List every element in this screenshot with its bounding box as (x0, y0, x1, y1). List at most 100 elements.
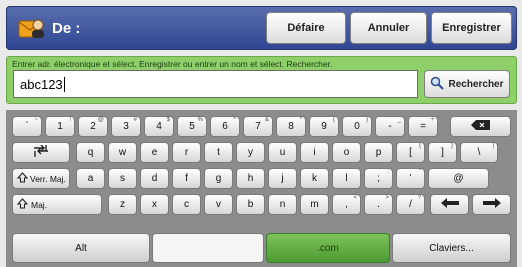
key-,[interactable]: , < (332, 194, 361, 215)
key-d[interactable]: d (140, 168, 169, 189)
cancel-label: Annuler (367, 22, 410, 34)
alt-key[interactable]: Alt (12, 233, 150, 263)
key-label: b (247, 199, 254, 210)
key-z[interactable]: z (108, 194, 137, 215)
undo-button[interactable]: Défaire (266, 12, 346, 44)
key-b[interactable]: b (236, 194, 265, 215)
key-shift-label: ~ (34, 117, 38, 123)
alt-label: Alt (75, 242, 87, 254)
key-shift-label: } (450, 143, 453, 149)
key-w[interactable]: w (108, 142, 137, 163)
key-v[interactable]: v (204, 194, 233, 215)
key-label: o (343, 147, 350, 158)
key-k[interactable]: k (300, 168, 329, 189)
key-][interactable]: ]} (428, 142, 457, 163)
key-label: = (420, 121, 426, 132)
key-shift-label: @ (97, 117, 104, 123)
key-.[interactable]: . > (364, 194, 393, 215)
key-2[interactable]: 2 @ (78, 116, 108, 137)
tab-icon (32, 144, 50, 160)
key-shift-label: ? (417, 195, 421, 201)
key-label: 8 (288, 121, 294, 132)
key-label: a (87, 173, 94, 184)
key-label: / (409, 199, 412, 210)
key-shift-label: | (492, 143, 494, 149)
key-label: [ (409, 147, 412, 158)
key-/[interactable]: /? (396, 194, 425, 215)
key-label: s (120, 173, 125, 184)
key-`[interactable]: ` ~ (12, 116, 42, 137)
key-label: \ (477, 147, 481, 158)
key-y[interactable]: y (236, 142, 265, 163)
key-label: - (388, 121, 392, 132)
key-shift-label: # (133, 117, 137, 123)
key-8[interactable]: 8 * (276, 116, 306, 137)
key-4[interactable]: 4 $ (144, 116, 174, 137)
key-label: 1 (57, 121, 63, 132)
key-q[interactable]: q (76, 142, 105, 163)
key-label: p (375, 147, 382, 158)
key-at[interactable]: @ (428, 168, 489, 189)
key-0[interactable]: 0) (342, 116, 372, 137)
key-g[interactable]: g (204, 168, 233, 189)
cancel-button[interactable]: Annuler (350, 12, 427, 44)
key-6[interactable]: 6 ^ (210, 116, 240, 137)
key-shift-label: * (299, 117, 302, 123)
tab-key[interactable] (12, 142, 70, 163)
left-arrow-key[interactable] (430, 194, 469, 215)
key-e[interactable]: e (140, 142, 169, 163)
key-i[interactable]: i (300, 142, 329, 163)
key-label: z (120, 199, 125, 210)
shift-key[interactable]: Maj. (12, 194, 102, 215)
key-label: ` (25, 121, 29, 132)
key-1[interactable]: 1! (45, 116, 75, 137)
key-r[interactable]: r (172, 142, 201, 163)
key-label: g (215, 173, 222, 184)
key-j[interactable]: j (268, 168, 297, 189)
key-;[interactable]: ;: (364, 168, 393, 189)
save-button[interactable]: Enregistrer (431, 12, 512, 44)
key-[[interactable]: [{ (396, 142, 425, 163)
right-arrow-key[interactable] (472, 194, 511, 215)
caps-lock-label: Verr. Maj. (30, 173, 66, 184)
key-9[interactable]: 9( (309, 116, 339, 137)
save-label: Enregistrer (442, 22, 501, 34)
key-p[interactable]: p (364, 142, 393, 163)
key-a[interactable]: a (76, 168, 105, 189)
key-t[interactable]: t (204, 142, 233, 163)
key-label: 9 (321, 121, 327, 132)
key-n[interactable]: n (268, 194, 297, 215)
key-c[interactable]: c (172, 194, 201, 215)
header-title: De : (52, 19, 81, 37)
backspace-key[interactable] (450, 116, 511, 137)
key-s[interactable]: s (108, 168, 137, 189)
key-h[interactable]: h (236, 168, 265, 189)
space-key[interactable] (152, 233, 264, 263)
key-3[interactable]: 3 # (111, 116, 141, 137)
key-label: t (217, 147, 220, 158)
keyboards-key[interactable]: Claviers... (392, 233, 511, 263)
key-'[interactable]: ' " (396, 168, 425, 189)
key-x[interactable]: x (140, 194, 169, 215)
dotcom-key[interactable]: .com (266, 233, 390, 263)
email-input-field[interactable]: abc123 (13, 70, 418, 98)
key-f[interactable]: f (172, 168, 201, 189)
search-button[interactable]: Rechercher (424, 70, 510, 98)
key--[interactable]: - _ (375, 116, 405, 137)
key-label: ' (409, 173, 412, 184)
key-l[interactable]: l (332, 168, 361, 189)
key-label: 3 (123, 121, 129, 132)
key-7[interactable]: 7 & (243, 116, 273, 137)
key-label: c (184, 199, 189, 210)
key-m[interactable]: m (300, 194, 329, 215)
key-label: n (279, 199, 286, 210)
key-u[interactable]: u (268, 142, 297, 163)
instruction-text: Entrer adr. électronique et sélect. Enre… (12, 59, 333, 69)
key-=[interactable]: = + (408, 116, 438, 137)
key-backslash[interactable]: \ | (460, 142, 498, 163)
key-shift-label: + (430, 117, 434, 123)
text-cursor (63, 76, 65, 92)
key-5[interactable]: 5% (177, 116, 207, 137)
caps-lock-key[interactable]: Verr. Maj. (12, 168, 70, 189)
key-o[interactable]: o (332, 142, 361, 163)
